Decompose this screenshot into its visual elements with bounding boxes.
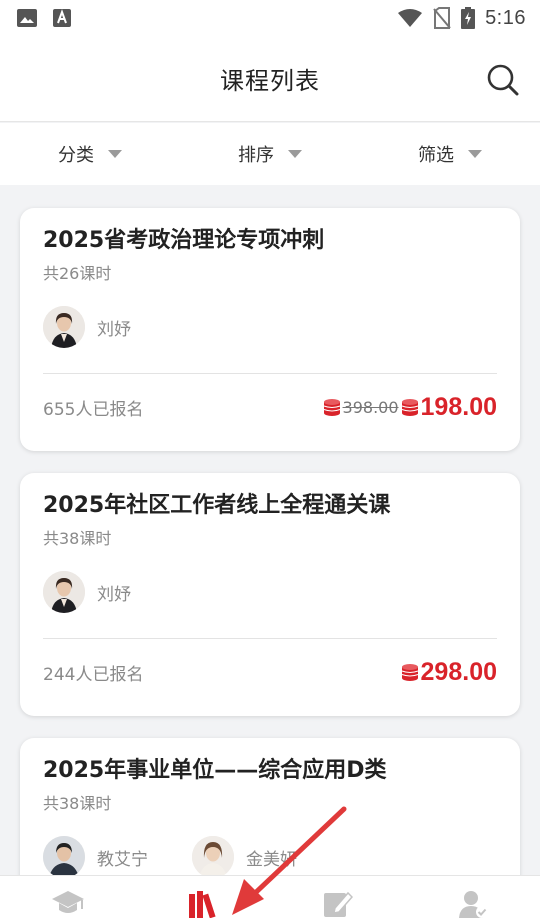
filter-screen[interactable]: 筛选 [360, 141, 540, 167]
search-icon[interactable] [486, 63, 520, 97]
coin-icon [401, 399, 418, 416]
status-time: 5:16 [485, 6, 526, 29]
teacher-name: 刘妤 [97, 584, 131, 605]
enrolled-count: 244人已报名 [43, 664, 144, 685]
course-lessons: 共38课时 [43, 794, 112, 813]
app-header: 课程列表 [0, 36, 540, 122]
caret-down-icon [468, 150, 482, 158]
course-card[interactable]: 2025省考政治理论专项冲刺 共26课时 刘妤 655人已报名 398.00 1… [20, 208, 520, 451]
price-box: 298.00 [401, 658, 497, 687]
battery-charging-icon [461, 7, 476, 29]
filter-category-label: 分类 [58, 145, 94, 166]
filter-bar: 分类 排序 筛选 [0, 123, 540, 185]
teacher: 金美妍 [192, 836, 297, 875]
teacher: 教艾宁 [43, 836, 148, 875]
books-icon [188, 891, 216, 918]
caret-down-icon [288, 150, 302, 158]
teacher-name: 金美妍 [246, 849, 297, 870]
course-title: 2025年社区工作者线上全程通关课 [43, 493, 391, 518]
course-card[interactable]: 2025年事业单位——综合应用D类 共38课时 教艾宁 金美妍 [20, 738, 520, 875]
user-verified-icon [458, 891, 488, 918]
price-box: 398.00 198.00 [323, 393, 497, 422]
tab-courses[interactable] [135, 876, 270, 920]
teacher: 刘妤 [43, 306, 131, 348]
tab-profile[interactable] [405, 876, 540, 920]
teacher-avatar [43, 571, 85, 613]
card-footer: 244人已报名 298.00 [43, 639, 497, 705]
teacher-avatar [192, 836, 234, 875]
teacher: 刘妤 [43, 571, 131, 613]
page-title: 课程列表 [220, 67, 320, 95]
tab-home[interactable] [0, 876, 135, 920]
original-price: 398.00 [342, 397, 399, 417]
course-lessons: 共38课时 [43, 529, 112, 548]
current-price: 198.00 [420, 392, 497, 421]
course-list[interactable]: 2025省考政治理论专项冲刺 共26课时 刘妤 655人已报名 398.00 1… [0, 185, 540, 875]
caret-down-icon [108, 150, 122, 158]
status-bar: 5:16 [0, 0, 540, 36]
graduation-cap-icon [51, 891, 84, 913]
teacher-list: 刘妤 [43, 306, 497, 348]
text-a-icon [53, 9, 71, 27]
bottom-tab-bar [0, 875, 540, 920]
course-title: 2025省考政治理论专项冲刺 [43, 228, 325, 253]
course-card[interactable]: 2025年社区工作者线上全程通关课 共38课时 刘妤 244人已报名 298.0… [20, 473, 520, 716]
filter-screen-label: 筛选 [418, 145, 454, 166]
card-footer: 655人已报名 398.00 198.00 [43, 374, 497, 440]
teacher-list: 刘妤 [43, 571, 497, 613]
teacher-list: 教艾宁 金美妍 [43, 836, 497, 875]
image-icon [17, 9, 37, 27]
filter-sort-label: 排序 [238, 145, 274, 166]
current-price: 298.00 [420, 657, 497, 686]
teacher-avatar [43, 836, 85, 875]
wifi-icon [398, 9, 423, 27]
enrolled-count: 655人已报名 [43, 399, 144, 420]
tab-exercises[interactable] [270, 876, 405, 920]
filter-sort[interactable]: 排序 [180, 141, 360, 167]
edit-icon [323, 891, 353, 917]
course-lessons: 共26课时 [43, 264, 112, 283]
no-sim-icon [433, 7, 451, 29]
filter-category[interactable]: 分类 [0, 141, 180, 167]
coin-icon [401, 664, 418, 681]
teacher-name: 教艾宁 [97, 849, 148, 870]
course-title: 2025年事业单位——综合应用D类 [43, 758, 387, 783]
teacher-avatar [43, 306, 85, 348]
coin-icon [323, 399, 340, 416]
teacher-name: 刘妤 [97, 319, 131, 340]
